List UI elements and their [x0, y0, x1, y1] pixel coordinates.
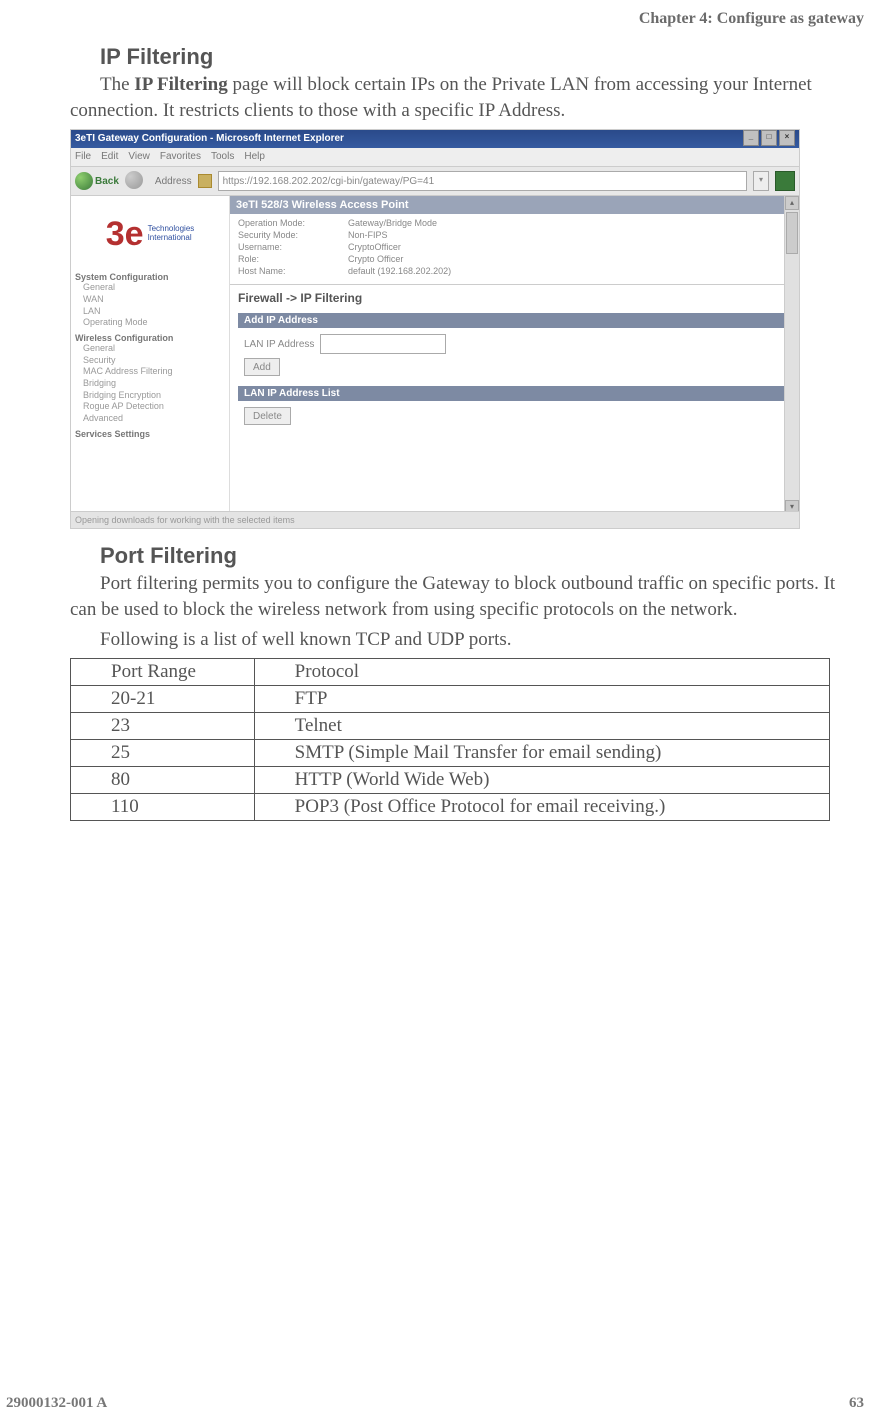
info-sec-mode-value: Non-FIPS — [348, 230, 791, 240]
add-ip-header: Add IP Address — [238, 313, 791, 328]
scroll-thumb[interactable] — [786, 212, 798, 254]
table-row: 25 SMTP (Simple Mail Transfer for email … — [71, 740, 830, 767]
panel-title: 3eTI 528/3 Wireless Access Point — [230, 196, 799, 214]
sidebar: 3e TechnologiesInternational System Conf… — [71, 196, 230, 514]
go-button[interactable] — [775, 171, 795, 191]
menu-bar: File Edit View Favorites Tools Help — [71, 148, 799, 167]
info-grid: Operation Mode: Gateway/Bridge Mode Secu… — [230, 214, 799, 284]
nav-group-system: System Configuration — [75, 272, 225, 282]
table-row: 23 Telnet — [71, 713, 830, 740]
info-op-mode-label: Operation Mode: — [238, 218, 348, 228]
address-label: Address — [155, 176, 192, 187]
status-bar: Opening downloads for working with the s… — [71, 511, 799, 528]
menu-help[interactable]: Help — [244, 148, 265, 166]
table-row: 110 POP3 (Post Office Protocol for email… — [71, 794, 830, 821]
cell-protocol: POP3 (Post Office Protocol for email rec… — [254, 794, 829, 821]
info-host-label: Host Name: — [238, 266, 348, 276]
menu-edit[interactable]: Edit — [101, 148, 118, 166]
nav-w-advanced[interactable]: Advanced — [75, 413, 225, 425]
nav-w-general[interactable]: General — [75, 343, 225, 355]
ip-filtering-paragraph: The IP Filtering page will block certain… — [70, 72, 864, 123]
scrollbar[interactable]: ▴ ▾ — [784, 196, 799, 514]
close-icon[interactable]: × — [779, 130, 795, 146]
para-bold: IP Filtering — [134, 74, 227, 95]
breadcrumb: Firewall -> IP Filtering — [230, 284, 799, 309]
forward-icon — [125, 171, 143, 189]
cell-port: 23 — [71, 713, 255, 740]
add-ip-panel: Add IP Address LAN IP Address Add — [238, 313, 791, 382]
cell-protocol: Telnet — [254, 713, 829, 740]
nav-w-security[interactable]: Security — [75, 355, 225, 367]
info-role-label: Role: — [238, 254, 348, 264]
info-op-mode-value: Gateway/Bridge Mode — [348, 218, 791, 228]
ip-list-panel: LAN IP Address List Delete — [238, 386, 791, 431]
cell-port: 20-21 — [71, 686, 255, 713]
cell-port: 110 — [71, 794, 255, 821]
table-row: 20-21 FTP — [71, 686, 830, 713]
menu-view[interactable]: View — [128, 148, 150, 166]
logo: 3e TechnologiesInternational — [90, 204, 210, 264]
para-pre: The — [100, 74, 134, 95]
toolbar: Back Address ▾ — [71, 167, 799, 196]
menu-file[interactable]: File — [75, 148, 91, 166]
logo-text: TechnologiesInternational — [148, 225, 195, 243]
nav-w-bridging-enc[interactable]: Bridging Encryption — [75, 390, 225, 402]
nav-group-wireless: Wireless Configuration — [75, 333, 225, 343]
nav-w-rogue[interactable]: Rogue AP Detection — [75, 401, 225, 413]
logo-3e-icon: 3e — [106, 215, 144, 254]
nav-group-services: Services Settings — [75, 429, 225, 439]
table-header-row: Port Range Protocol — [71, 659, 830, 686]
table-row: 80 HTTP (World Wide Web) — [71, 767, 830, 794]
nav-w-bridging[interactable]: Bridging — [75, 378, 225, 390]
scroll-up-icon[interactable]: ▴ — [785, 196, 799, 210]
info-username-value: CryptoOfficer — [348, 242, 791, 252]
cell-protocol: HTTP (World Wide Web) — [254, 767, 829, 794]
back-label: Back — [95, 176, 119, 187]
info-username-label: Username: — [238, 242, 348, 252]
lock-icon — [198, 174, 212, 188]
port-filtering-heading: Port Filtering — [100, 543, 864, 569]
maximize-icon[interactable]: □ — [761, 130, 777, 146]
lan-ip-label: LAN IP Address — [244, 339, 314, 350]
ip-filtering-heading: IP Filtering — [100, 44, 864, 70]
nav-wan[interactable]: WAN — [75, 294, 225, 306]
th-protocol: Protocol — [254, 659, 829, 686]
address-input[interactable] — [218, 171, 747, 191]
info-role-value: Crypto Officer — [348, 254, 791, 264]
ip-list-header: LAN IP Address List — [238, 386, 791, 401]
cell-protocol: SMTP (Simple Mail Transfer for email sen… — [254, 740, 829, 767]
nav-w-mac[interactable]: MAC Address Filtering — [75, 366, 225, 378]
th-port-range: Port Range — [71, 659, 255, 686]
chapter-header: Chapter 4: Configure as gateway — [70, 10, 864, 28]
nav-lan[interactable]: LAN — [75, 306, 225, 318]
back-icon — [75, 172, 93, 190]
footer-page-number: 63 — [849, 1395, 864, 1412]
cell-port: 80 — [71, 767, 255, 794]
info-sec-mode-label: Security Mode: — [238, 230, 348, 240]
main-content: 3eTI 528/3 Wireless Access Point Operati… — [230, 196, 799, 514]
nav-operating-mode[interactable]: Operating Mode — [75, 317, 225, 329]
info-host-value: default (192.168.202.202) — [348, 266, 791, 276]
forward-button[interactable] — [125, 171, 143, 192]
minimize-icon[interactable]: _ — [743, 130, 759, 146]
port-table: Port Range Protocol 20-21 FTP 23 Telnet … — [70, 658, 830, 821]
add-button[interactable]: Add — [244, 358, 280, 376]
delete-button[interactable]: Delete — [244, 407, 291, 425]
cell-protocol: FTP — [254, 686, 829, 713]
browser-screenshot: 3eTI Gateway Configuration - Microsoft I… — [70, 129, 800, 529]
port-filtering-para1: Port filtering permits you to configure … — [70, 571, 864, 622]
address-dropdown-icon[interactable]: ▾ — [753, 171, 769, 191]
window-controls: _ □ × — [743, 130, 795, 148]
menu-tools[interactable]: Tools — [211, 148, 234, 166]
nav-general[interactable]: General — [75, 282, 225, 294]
page-footer: 29000132-001 A 63 — [0, 1395, 864, 1412]
menu-favorites[interactable]: Favorites — [160, 148, 201, 166]
lan-ip-input[interactable] — [320, 334, 446, 354]
cell-port: 25 — [71, 740, 255, 767]
footer-left: 29000132-001 A — [6, 1395, 107, 1412]
port-filtering-para2: Following is a list of well known TCP an… — [70, 627, 864, 653]
window-title: 3eTI Gateway Configuration - Microsoft I… — [75, 130, 344, 148]
back-button[interactable]: Back — [75, 172, 119, 190]
window-titlebar: 3eTI Gateway Configuration - Microsoft I… — [71, 130, 799, 148]
